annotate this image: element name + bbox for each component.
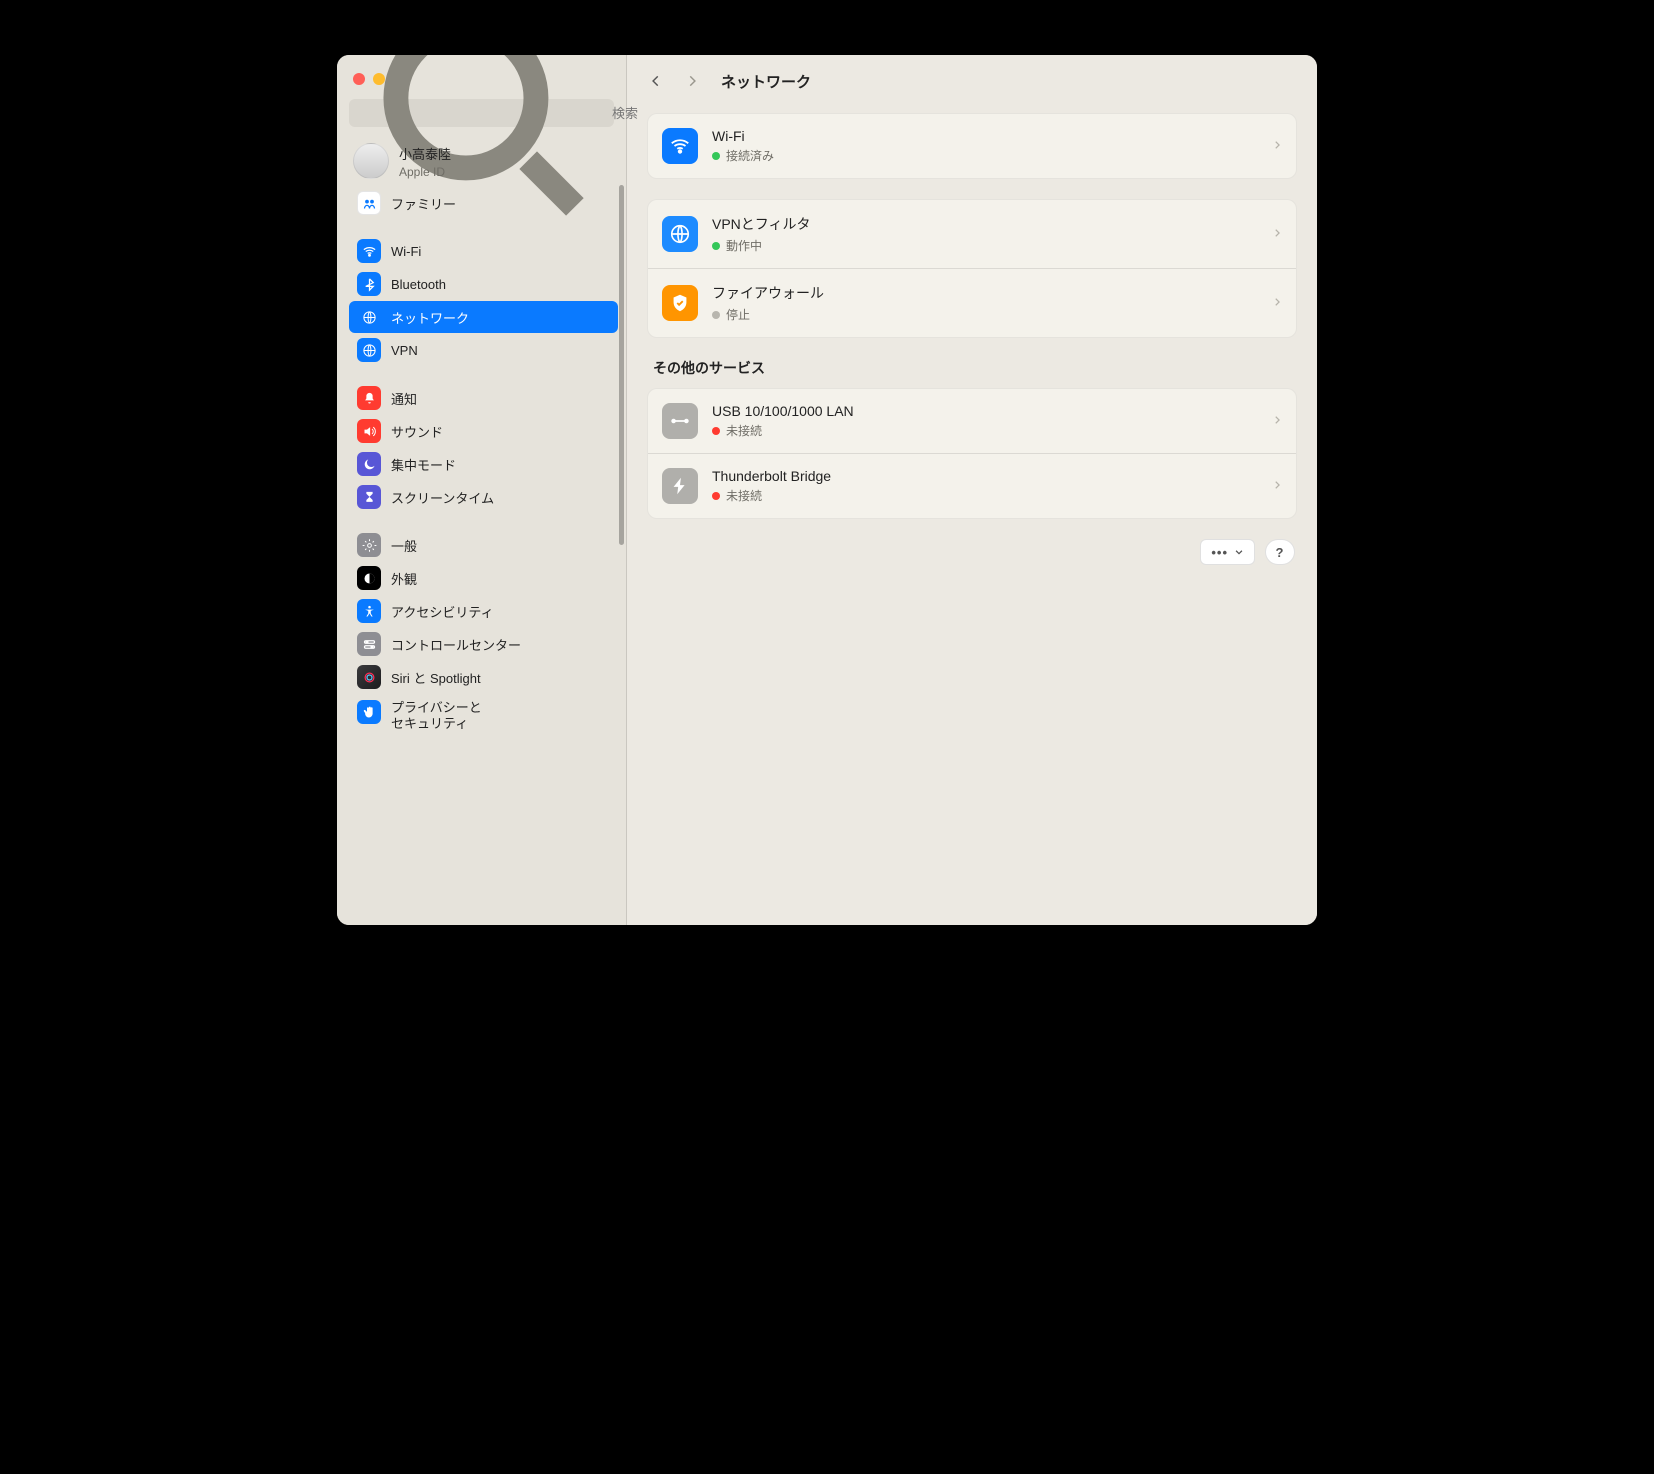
sidebar-item-accessibility[interactable]: アクセシビリティ	[349, 595, 618, 627]
sidebar-item-label: 通知	[391, 389, 417, 408]
sidebar-item-screentime[interactable]: スクリーンタイム	[349, 481, 618, 513]
sidebar-scrollbar[interactable]	[619, 185, 624, 545]
appearance-icon	[357, 566, 381, 590]
chevron-down-icon	[1234, 547, 1244, 557]
page-title: ネットワーク	[721, 71, 811, 92]
back-button[interactable]	[645, 70, 667, 92]
moon-icon	[357, 452, 381, 476]
footer-actions: ••• ?	[647, 539, 1297, 565]
wifi-icon	[662, 128, 698, 164]
help-button[interactable]: ?	[1265, 539, 1295, 565]
chevron-right-icon	[1272, 295, 1282, 312]
thunderbolt-icon	[662, 468, 698, 504]
service-title: VPNとフィルタ	[712, 214, 1258, 234]
service-row-firewall[interactable]: ファイアウォール 停止	[648, 268, 1296, 337]
apple-id-account[interactable]: 小高泰陸 Apple ID	[349, 139, 618, 187]
sidebar-item-wifi[interactable]: Wi-Fi	[349, 235, 618, 267]
status-dot	[712, 152, 720, 160]
sidebar-item-control-center[interactable]: コントロールセンター	[349, 628, 618, 660]
hand-icon	[357, 700, 381, 724]
chevron-right-icon	[1272, 478, 1282, 495]
service-status: 未接続	[726, 422, 762, 439]
service-status: 接続済み	[726, 147, 774, 164]
service-status: 停止	[726, 306, 750, 323]
service-row-usb-lan[interactable]: USB 10/100/1000 LAN 未接続	[648, 389, 1296, 453]
search-field[interactable]	[349, 99, 614, 127]
service-status: 未接続	[726, 487, 762, 504]
sidebar-item-siri[interactable]: Siri と Spotlight	[349, 661, 618, 693]
network-icon	[357, 305, 381, 329]
accessibility-icon	[357, 599, 381, 623]
sidebar-item-network[interactable]: ネットワーク	[349, 301, 618, 333]
vpn-firewall-card: VPNとフィルタ 動作中 ファイアウォール 停止	[647, 199, 1297, 338]
service-row-vpn-filter[interactable]: VPNとフィルタ 動作中	[648, 200, 1296, 268]
avatar	[353, 143, 389, 179]
service-title: ファイアウォール	[712, 283, 1258, 303]
sidebar-item-label: サウンド	[391, 422, 443, 441]
service-title: USB 10/100/1000 LAN	[712, 403, 1258, 419]
sidebar-item-label: Wi-Fi	[391, 244, 421, 259]
sidebar-item-label: 外観	[391, 569, 417, 588]
main-panel: ネットワーク Wi-Fi 接続済み	[627, 55, 1317, 925]
sidebar-item-general[interactable]: 一般	[349, 529, 618, 561]
control-center-icon	[357, 632, 381, 656]
sidebar-item-label: ネットワーク	[391, 308, 469, 327]
other-services-card: USB 10/100/1000 LAN 未接続 Thunderbolt Brid…	[647, 388, 1297, 519]
sidebar-item-notifications[interactable]: 通知	[349, 382, 618, 414]
sidebar-item-label: スクリーンタイム	[391, 488, 494, 507]
chevron-right-icon	[1272, 226, 1282, 243]
status-dot	[712, 427, 720, 435]
ellipsis-icon: •••	[1211, 545, 1228, 560]
sidebar-item-label: Bluetooth	[391, 277, 446, 292]
other-services-header: その他のサービス	[653, 358, 1291, 378]
sidebar-item-label: VPN	[391, 343, 418, 358]
status-dot	[712, 492, 720, 500]
titlebar: ネットワーク	[627, 55, 1317, 107]
more-actions-button[interactable]: •••	[1200, 539, 1255, 565]
siri-icon	[357, 665, 381, 689]
chevron-right-icon	[1272, 138, 1282, 155]
vpn-icon	[357, 338, 381, 362]
account-name: 小高泰陸	[399, 144, 451, 163]
firewall-icon	[662, 285, 698, 321]
sidebar-item-label: 一般	[391, 536, 417, 555]
sidebar-item-label: コントロールセンター	[391, 635, 521, 654]
sidebar-item-family[interactable]: ファミリー	[349, 187, 618, 219]
sidebar-item-label: プライバシーと セキュリティ	[391, 700, 482, 733]
settings-window: 小高泰陸 Apple ID ファミリー Wi-Fi	[337, 55, 1317, 925]
bell-icon	[357, 386, 381, 410]
forward-button[interactable]	[681, 70, 703, 92]
service-title: Wi-Fi	[712, 128, 1258, 144]
help-icon: ?	[1276, 545, 1285, 560]
family-icon	[357, 191, 381, 215]
gear-icon	[357, 533, 381, 557]
sidebar-item-label: アクセシビリティ	[391, 602, 494, 621]
sidebar: 小高泰陸 Apple ID ファミリー Wi-Fi	[337, 55, 627, 925]
sidebar-item-appearance[interactable]: 外観	[349, 562, 618, 594]
primary-services-card: Wi-Fi 接続済み	[647, 113, 1297, 179]
sidebar-item-vpn[interactable]: VPN	[349, 334, 618, 366]
sound-icon	[357, 419, 381, 443]
service-row-thunderbolt[interactable]: Thunderbolt Bridge 未接続	[648, 453, 1296, 518]
service-row-wifi[interactable]: Wi-Fi 接続済み	[648, 114, 1296, 178]
ethernet-icon	[662, 403, 698, 439]
sidebar-item-label: ファミリー	[391, 194, 456, 213]
service-status: 動作中	[726, 237, 762, 254]
status-dot	[712, 242, 720, 250]
service-title: Thunderbolt Bridge	[712, 468, 1258, 484]
sidebar-item-focus[interactable]: 集中モード	[349, 448, 618, 480]
sidebar-item-privacy[interactable]: プライバシーと セキュリティ	[349, 694, 618, 739]
hourglass-icon	[357, 485, 381, 509]
wifi-icon	[357, 239, 381, 263]
sidebar-item-label: Siri と Spotlight	[391, 668, 481, 687]
bluetooth-icon	[357, 272, 381, 296]
chevron-right-icon	[1272, 413, 1282, 430]
account-sub: Apple ID	[399, 165, 451, 179]
sidebar-item-label: 集中モード	[391, 455, 456, 474]
globe-icon	[662, 216, 698, 252]
sidebar-item-sound[interactable]: サウンド	[349, 415, 618, 447]
sidebar-item-bluetooth[interactable]: Bluetooth	[349, 268, 618, 300]
status-dot	[712, 311, 720, 319]
